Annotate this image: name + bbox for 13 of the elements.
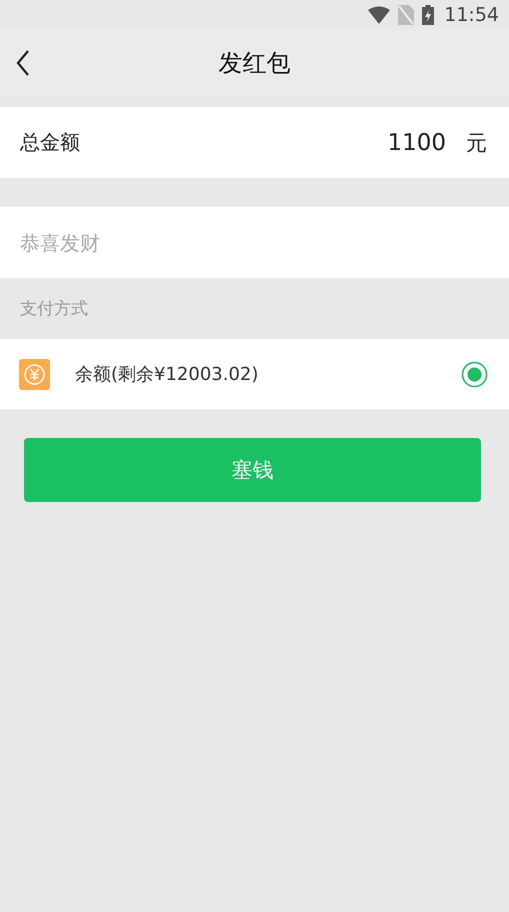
radio-button[interactable] bbox=[461, 360, 488, 388]
page-title: 发红包 bbox=[218, 48, 290, 79]
amount-value: 1100 bbox=[387, 130, 446, 156]
amount-label: 总金额 bbox=[20, 129, 81, 156]
battery-charging-icon bbox=[422, 5, 434, 25]
wifi-icon bbox=[368, 6, 390, 24]
no-sim-icon bbox=[398, 5, 414, 25]
payment-option[interactable]: 余额(剩余¥12003.02) bbox=[0, 339, 509, 409]
section-label: 支付方式 bbox=[19, 298, 89, 321]
yen-icon bbox=[19, 358, 50, 390]
amount-unit: 元 bbox=[466, 130, 487, 156]
status-time: 11:54 bbox=[444, 4, 499, 26]
payment-label: 余额(剩余¥12003.02) bbox=[75, 363, 260, 386]
